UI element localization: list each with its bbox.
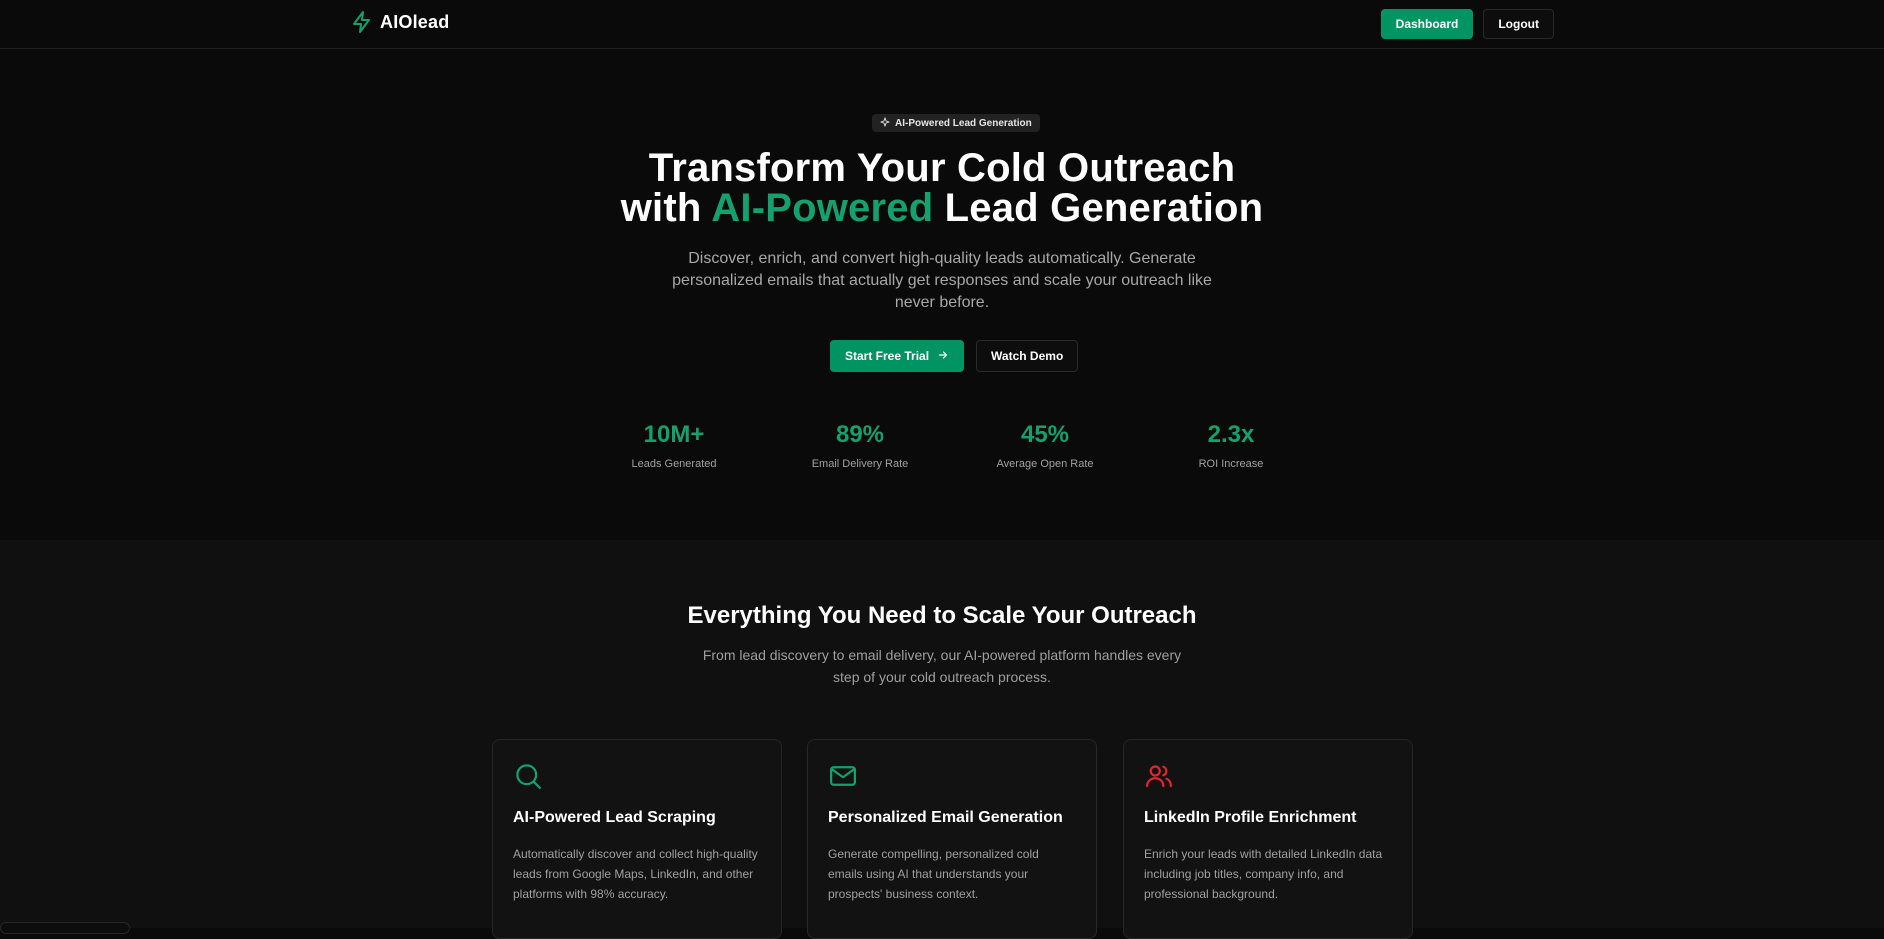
corner-widget[interactable]: [0, 922, 130, 934]
hero-subtitle: Discover, enrich, and convert high-quali…: [672, 250, 1212, 311]
stat-value: 2.3x: [1207, 421, 1255, 448]
feature-cards: AI-Powered Lead Scraping Automatically d…: [492, 739, 1413, 939]
hero-ctas: Start Free Trial Watch Demo: [830, 340, 1079, 372]
hero-title-highlight: AI-Powered: [711, 186, 934, 230]
stat-label: Leads Generated: [631, 458, 717, 470]
arrow-right-icon: [937, 349, 949, 364]
feature-card-description: Generate compelling, personalized cold e…: [828, 847, 1039, 901]
hero-title: Transform Your Cold Outreach with AI-Pow…: [0, 148, 1884, 228]
feature-card-title: AI-Powered Lead Scraping: [513, 809, 716, 826]
hero-section: AI-Powered Lead Generation Transform You…: [0, 50, 1884, 540]
start-free-trial-label: Start Free Trial: [845, 349, 930, 363]
stat-value: 89%: [835, 421, 885, 448]
start-free-trial-button[interactable]: Start Free Trial: [830, 340, 965, 372]
feature-card-email-generation[interactable]: Personalized Email Generation Generate c…: [807, 739, 1097, 939]
dashboard-button[interactable]: Dashboard: [1380, 9, 1474, 39]
lightning-icon: [350, 10, 374, 34]
mail-icon: [828, 761, 1076, 791]
features-subtitle: From lead discovery to email delivery, o…: [702, 647, 1182, 685]
top-nav: AIOlead Dashboard Logout: [0, 0, 1884, 49]
logout-button[interactable]: Logout: [1483, 9, 1554, 39]
brand[interactable]: AIOlead: [350, 10, 449, 34]
stat-email-delivery-rate: 89% Email Delivery Rate: [790, 421, 930, 471]
feature-card-title: Personalized Email Generation: [828, 809, 1063, 826]
users-icon: [1144, 761, 1392, 791]
feature-card-title: LinkedIn Profile Enrichment: [1144, 809, 1357, 826]
feature-card-linkedin-enrichment[interactable]: LinkedIn Profile Enrichment Enrich your …: [1123, 739, 1413, 939]
hero-badge-label: AI-Powered Lead Generation: [895, 117, 1032, 129]
stat-leads-generated: 10M+ Leads Generated: [604, 421, 744, 471]
stat-label: Email Delivery Rate: [811, 458, 909, 470]
brand-name: AIOlead: [380, 11, 450, 32]
features-title: Everything You Need to Scale Your Outrea…: [687, 602, 1197, 629]
hero-title-line1: Transform Your Cold Outreach: [648, 146, 1236, 190]
search-icon: [513, 761, 761, 791]
stat-roi-increase: 2.3x ROI Increase: [1161, 421, 1301, 471]
stat-label: Average Open Rate: [996, 458, 1094, 470]
hero-title-prefix: with: [620, 186, 712, 230]
stat-average-open-rate: 45% Average Open Rate: [975, 421, 1115, 471]
hero-badge: AI-Powered Lead Generation: [872, 114, 1040, 132]
feature-card-description: Automatically discover and collect high-…: [513, 847, 758, 901]
hero-title-suffix: Lead Generation: [933, 186, 1264, 230]
watch-demo-button[interactable]: Watch Demo: [976, 340, 1079, 372]
feature-card-description: Enrich your leads with detailed LinkedIn…: [1144, 847, 1383, 901]
stat-value: 10M+: [643, 421, 705, 448]
stat-value: 45%: [1020, 421, 1070, 448]
stat-label: ROI Increase: [1198, 458, 1264, 470]
features-section: Everything You Need to Scale Your Outrea…: [0, 540, 1884, 939]
sparkle-icon: [880, 116, 890, 130]
nav-actions: Dashboard Logout: [1380, 9, 1554, 39]
feature-card-lead-scraping[interactable]: AI-Powered Lead Scraping Automatically d…: [492, 739, 782, 939]
